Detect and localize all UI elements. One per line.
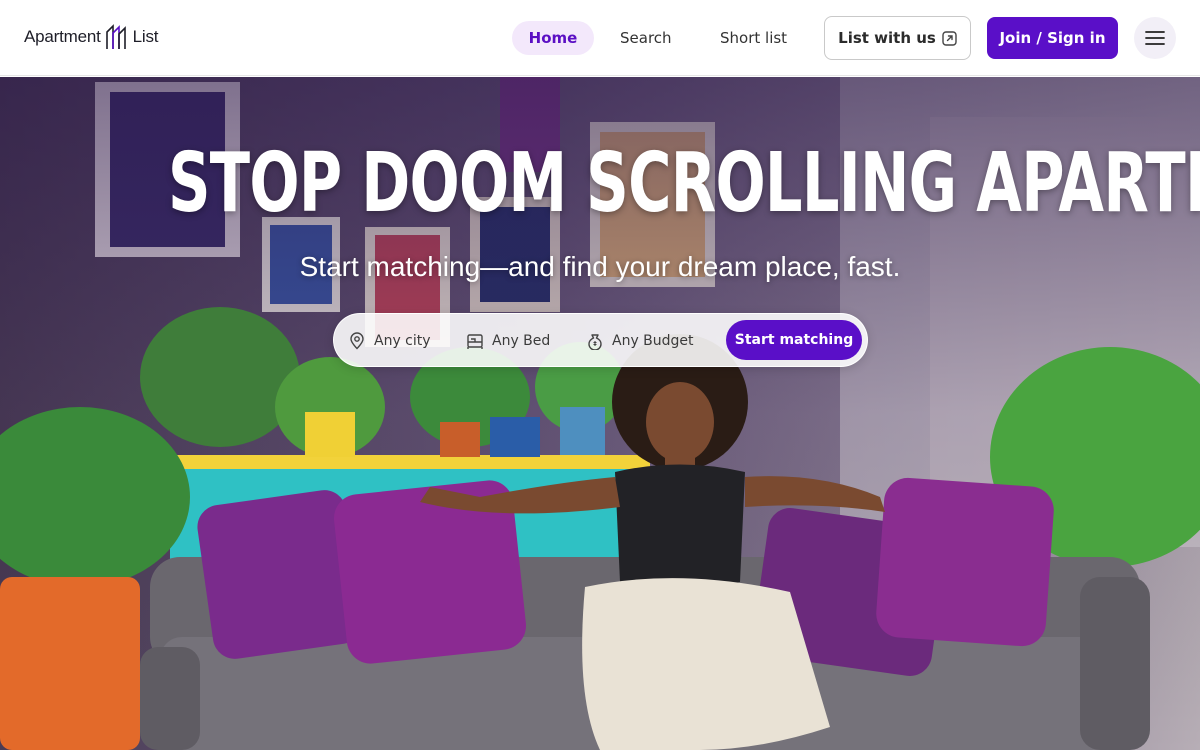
- hero-headline: STOP DOOM SCROLLING APARTMENTS.: [167, 136, 1200, 231]
- money-bag-icon: [588, 334, 602, 350]
- join-signin-button[interactable]: Join / Sign in: [987, 17, 1118, 59]
- site-header: Apartment List Home Search Short list Li…: [0, 0, 1200, 76]
- nav-short-list[interactable]: Short list: [720, 21, 787, 55]
- hamburger-menu-icon: [1145, 31, 1165, 45]
- nav-home[interactable]: Home: [512, 21, 594, 55]
- hamburger-menu-button[interactable]: [1134, 17, 1176, 59]
- location-pin-icon: [350, 332, 364, 350]
- bed-filter-label: Any Bed: [492, 333, 551, 349]
- bed-icon: [467, 334, 483, 349]
- city-filter-label: Any city: [374, 333, 431, 349]
- budget-filter-label: Any Budget: [612, 333, 694, 349]
- budget-filter[interactable]: Any Budget: [586, 314, 694, 368]
- hero-subheadline: Start matching—and find your dream place…: [299, 251, 901, 282]
- start-matching-button[interactable]: Start matching: [726, 320, 862, 360]
- list-with-us-button[interactable]: List with us: [824, 16, 971, 60]
- search-bar: Any city Any Bed Any Budget Start matchi…: [333, 313, 868, 367]
- hero-section: STOP DOOM SCROLLING APARTMENTS. Start ma…: [0, 77, 1200, 750]
- external-link-icon: [942, 30, 957, 46]
- bed-filter[interactable]: Any Bed: [466, 314, 550, 368]
- list-with-us-label: List with us: [838, 29, 936, 47]
- city-filter[interactable]: Any city: [348, 314, 431, 368]
- main-nav: Home Search Short list List with us Join…: [0, 16, 1200, 60]
- nav-search[interactable]: Search: [620, 21, 672, 55]
